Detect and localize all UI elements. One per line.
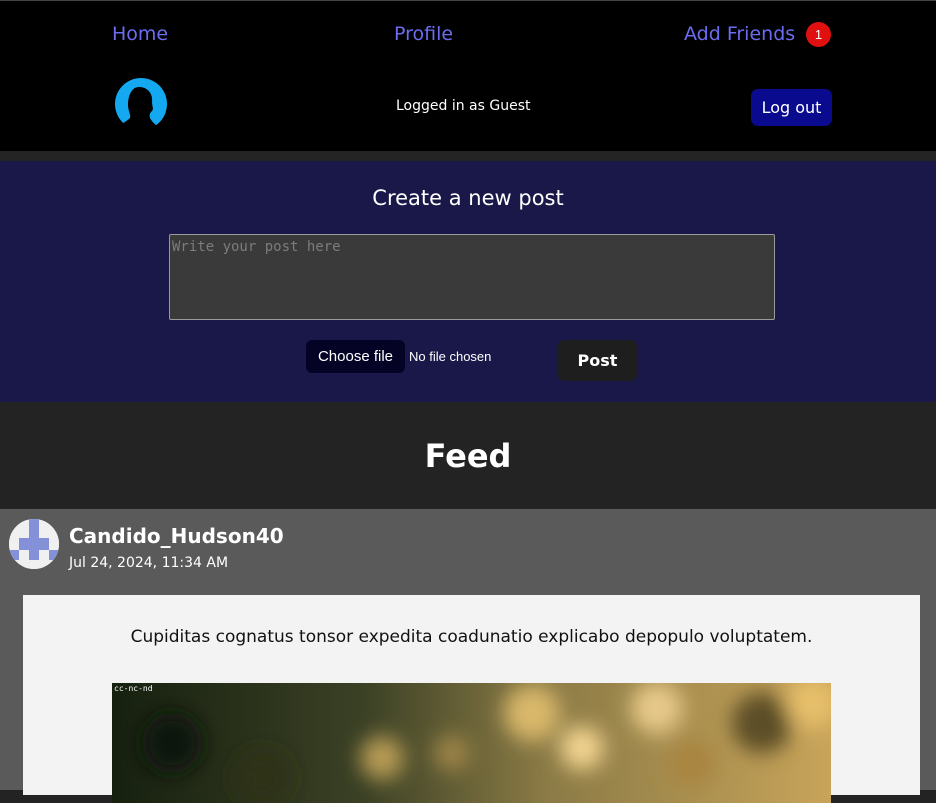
feed-title: Feed [424,437,512,475]
image-license-label: cc-nc-nd [114,684,153,693]
nav-add-friends-link[interactable]: Add Friends [684,23,795,45]
post-card: Candido_Hudson40 Jul 24, 2024, 11:34 AM … [0,509,936,803]
friend-request-badge[interactable]: 1 [806,22,831,47]
author-identicon-avatar[interactable] [9,519,59,569]
post-timestamp: Jul 24, 2024, 11:34 AM [69,555,229,571]
top-navbar: Home Profile Add Friends 1 Logged in as … [0,0,936,151]
post-author-name[interactable]: Candido_Hudson40 [69,524,284,548]
file-status-text: No file chosen [409,349,492,364]
post-image[interactable]: cc-nc-nd [112,683,831,803]
create-post-title: Create a new post [372,186,564,210]
logged-in-status: Logged in as Guest [396,98,531,114]
nav-home-link[interactable]: Home [112,23,168,45]
feed-header: Feed [0,402,936,509]
post-textarea[interactable] [169,234,775,320]
post-text: Cupiditas cognatus tonsor expedita coadu… [130,627,813,647]
choose-file-button[interactable]: Choose file [306,340,405,373]
user-avatar-icon[interactable] [113,78,169,134]
create-post-section: Create a new post Choose file No file ch… [0,161,936,402]
divider [0,151,936,161]
nav-profile-link[interactable]: Profile [394,23,453,45]
post-submit-button[interactable]: Post [558,340,637,381]
post-body: Cupiditas cognatus tonsor expedita coadu… [23,595,920,803]
logout-button[interactable]: Log out [751,89,832,126]
